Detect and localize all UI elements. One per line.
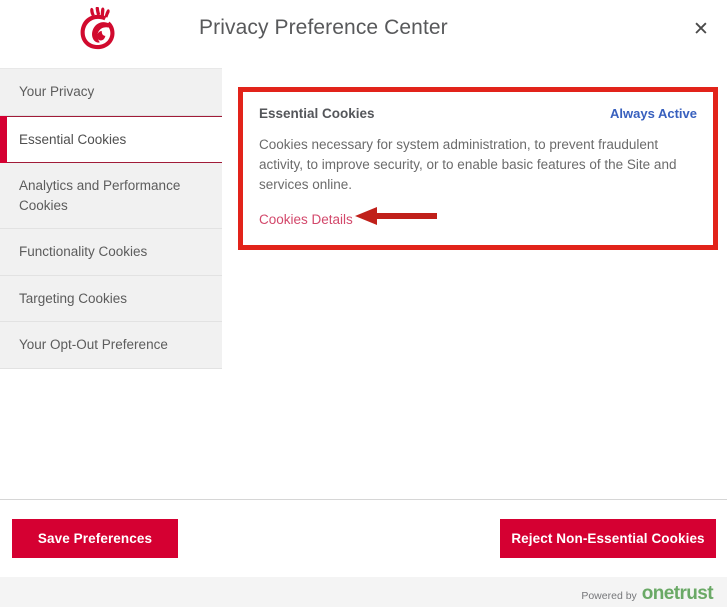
sidebar-item-label: Functionality Cookies [19,244,148,260]
sidebar-item-targeting-cookies[interactable]: Targeting Cookies [0,275,222,323]
save-preferences-button[interactable]: Save Preferences [12,519,178,558]
cookie-group-description: Cookies necessary for system administrat… [259,137,677,192]
page-title: Privacy Preference Center [199,16,448,39]
cookies-details-link[interactable]: Cookies Details [259,212,353,227]
reject-non-essential-cookies-button[interactable]: Reject Non-Essential Cookies [500,519,716,558]
sidebar-item-label: Targeting Cookies [19,290,128,306]
sidebar-item-functionality-cookies[interactable]: Functionality Cookies [0,229,222,276]
sidebar-item-analytics-and-performance-cookies[interactable]: Analytics and Performance Cookies [0,163,222,230]
chick-fil-a-logo-icon [74,6,122,51]
powered-by-label: Powered by [581,590,637,602]
cookie-group-panel: Essential Cookies Always Active Cookies … [238,87,718,250]
footer-divider [0,499,727,500]
cookie-group-title: Essential Cookies [259,106,375,121]
close-icon[interactable]: ✕ [686,14,716,44]
sidebar-nav: Your Privacy Essential Cookies Analytics… [0,68,222,369]
dialog-header: Privacy Preference Center ✕ [0,0,727,58]
sidebar-item-your-privacy[interactable]: Your Privacy [0,68,222,116]
sidebar-item-essential-cookies[interactable]: Essential Cookies [0,115,222,164]
sidebar-item-label: Your Opt-Out Preference [19,337,168,353]
sidebar-item-label: Your Privacy [19,84,95,99]
powered-by-onetrust[interactable]: Powered by onetrust [581,584,713,603]
cookie-group-header: Essential Cookies Always Active [259,106,697,121]
sidebar-item-your-opt-out-preference[interactable]: Your Opt-Out Preference [0,322,222,369]
onetrust-logo-text: onetrust [641,583,714,604]
footer-bar: Powered by onetrust [0,577,727,607]
status-badge-always-active: Always Active [610,106,697,121]
sidebar-item-label: Analytics and Performance Cookies [19,178,181,213]
sidebar-item-label: Essential Cookies [19,131,127,147]
